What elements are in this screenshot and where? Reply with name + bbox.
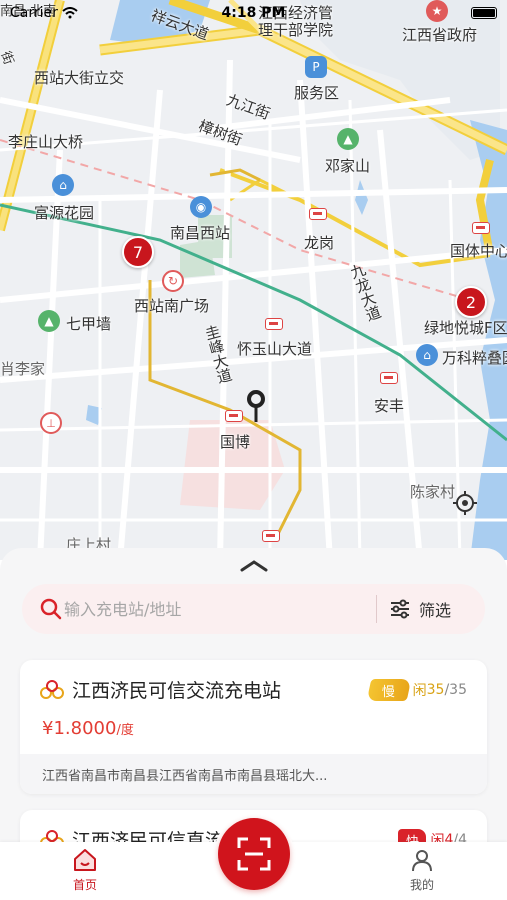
- availability-badge: 慢 闲 35 /35: [366, 679, 467, 701]
- expand-handle[interactable]: [238, 558, 270, 577]
- search-icon: [40, 598, 62, 620]
- map-label: 服务区: [294, 84, 340, 102]
- locate-me-button[interactable]: [452, 490, 486, 524]
- search-bar: 筛选: [22, 584, 485, 634]
- map-label: 肖李家: [0, 360, 46, 378]
- filter-label: 筛选: [419, 601, 452, 620]
- parking-icon: P: [305, 56, 327, 78]
- scan-button[interactable]: [214, 814, 294, 894]
- station-cluster-marker[interactable]: 2: [455, 286, 487, 318]
- station-card[interactable]: 江西济民可信交流充电站 慢 闲 35 /35 ¥1.8000/度 江西省南昌市南…: [20, 660, 487, 794]
- wifi-icon: [62, 7, 78, 19]
- metro-icon: [380, 372, 398, 384]
- tab-home[interactable]: 首页: [45, 848, 125, 893]
- search-divider: [376, 595, 377, 623]
- map-label: 万科粹叠园: [442, 349, 507, 367]
- price-value: ¥1.8000: [42, 718, 117, 739]
- tab-mine[interactable]: 我的: [382, 848, 462, 893]
- map-label: 南昌西站: [170, 224, 231, 242]
- scan-icon: [237, 837, 271, 871]
- landmark-icon: ⊥: [40, 412, 62, 434]
- metro-icon: [309, 208, 327, 220]
- station-address: 江西省南昌市南昌县江西省南昌市南昌县瑶北大...: [20, 754, 487, 794]
- map-label: 西站大街立交: [34, 69, 125, 87]
- map-label: 安丰: [374, 397, 405, 415]
- chevron-up-icon: [240, 560, 268, 572]
- station-icon: ◉: [190, 196, 212, 218]
- status-bar: Carrier 4:18 PM: [0, 0, 507, 26]
- map-label: 绿地悦城F区: [424, 319, 507, 337]
- map-label: 国体中心: [450, 242, 507, 260]
- tab-mine-label: 我的: [409, 878, 434, 892]
- map-label: 国博: [220, 433, 251, 451]
- map-label: 江西省政府: [402, 26, 478, 44]
- station-list-sheet[interactable]: 筛选 江西济民可信交流充电站 慢 闲 35 /35 ¥1.8000/度 江西省南…: [0, 548, 507, 848]
- price-unit: /度: [116, 723, 134, 738]
- home-icon: [74, 849, 96, 871]
- station-name: 江西济民可信交流充电站: [72, 680, 282, 702]
- map-label: 李庄山大桥: [8, 133, 84, 151]
- transfer-icon: ↻: [162, 270, 184, 292]
- station-cluster-marker[interactable]: 7: [122, 236, 154, 268]
- metro-icon: [265, 318, 283, 330]
- filter-sliders-icon: [391, 599, 409, 619]
- total-count: /35: [444, 682, 467, 698]
- map-label: 西站南广场: [134, 297, 210, 315]
- filter-button[interactable]: 筛选: [389, 597, 451, 621]
- map-label: 邓家山: [325, 157, 371, 175]
- park-icon: ▲: [337, 128, 359, 150]
- crosshair-icon: [453, 491, 477, 515]
- free-count: 35: [426, 682, 445, 698]
- metro-icon: [262, 530, 280, 542]
- free-label: 闲: [412, 683, 427, 699]
- map-label: 怀玉山大道: [237, 340, 313, 358]
- slow-charge-tag: 慢: [366, 679, 411, 701]
- residence-icon: ⌂: [416, 344, 438, 366]
- residence-icon: ⌂: [52, 174, 74, 196]
- charger-icon: [40, 679, 64, 699]
- park-icon: ▲: [38, 310, 60, 332]
- price: ¥1.8000/度: [42, 718, 134, 739]
- carrier-label: Carrier: [10, 5, 58, 21]
- map-label: 富源花园: [34, 204, 95, 222]
- map-label: 龙岗: [304, 234, 335, 252]
- map-label: 陈家村: [410, 483, 456, 501]
- tab-home-label: 首页: [72, 878, 97, 892]
- user-icon: [412, 850, 432, 872]
- metro-icon: [472, 222, 490, 234]
- metro-icon: [225, 410, 243, 422]
- battery-icon: [471, 7, 497, 19]
- map-view[interactable]: 南昌·北南 江西省政府 ★ 江西经济管 理干部学院 祥云大道 街 西站大街立交 …: [0, 0, 507, 560]
- search-input[interactable]: [64, 599, 364, 619]
- map-label: 七甲墙: [66, 315, 112, 333]
